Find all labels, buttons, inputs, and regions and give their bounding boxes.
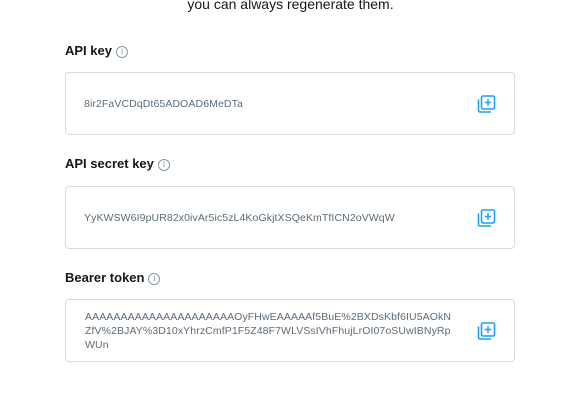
api-secret-key-label: API secret key i — [65, 156, 170, 172]
api-secret-key-value: YyKWSW6I9pUR82x0ivAr5ic5zL4KoGkjtXSQeKmT… — [84, 211, 395, 224]
intro-text: you can always regenerate them. — [187, 0, 394, 12]
api-key-field[interactable]: 8ir2FaVCDqDt65ADOAD6MeDTa — [65, 72, 515, 135]
api-key-label-text: API key — [65, 43, 112, 58]
bearer-token-value: AAAAAAAAAAAAAAAAAAAAAOyFHwEAAAAAf5BuE%2B… — [85, 311, 452, 351]
copy-api-secret-key-button[interactable] — [477, 208, 496, 227]
bearer-token-label-text: Bearer token — [65, 270, 145, 285]
api-secret-key-field[interactable]: YyKWSW6I9pUR82x0ivAr5ic5zL4KoGkjtXSQeKmT… — [65, 186, 515, 249]
api-key-value: 8ir2FaVCDqDt65ADOAD6MeDTa — [84, 97, 243, 110]
copy-icon — [477, 208, 496, 227]
copy-bearer-token-button[interactable] — [477, 321, 496, 340]
api-secret-key-label-text: API secret key — [65, 156, 154, 171]
info-icon[interactable]: i — [148, 273, 161, 285]
info-icon[interactable]: i — [115, 46, 128, 58]
api-key-label: API key i — [65, 43, 128, 59]
bearer-token-label: Bearer token i — [65, 270, 161, 286]
bearer-token-field[interactable]: AAAAAAAAAAAAAAAAAAAAAOyFHwEAAAAAf5BuE%2B… — [65, 299, 515, 362]
copy-api-key-button[interactable] — [477, 94, 496, 113]
copy-icon — [477, 94, 496, 113]
copy-icon — [477, 321, 496, 340]
info-icon[interactable]: i — [157, 159, 170, 171]
api-keys-panel: you can always regenerate them. API key … — [0, 0, 571, 400]
